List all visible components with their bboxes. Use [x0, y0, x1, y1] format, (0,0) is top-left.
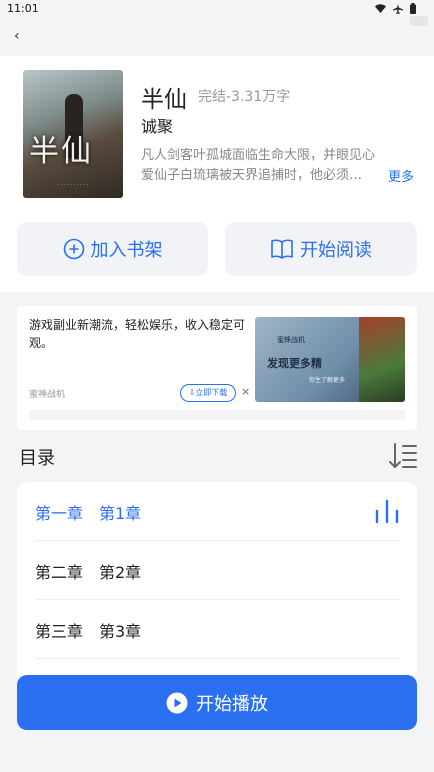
book-description: 凡人剑客叶孤城面临生命大限，并眼见心 爱仙子白琉璃被天界追捕时，他必须…	[141, 146, 391, 186]
chapter-label: 第一章 第1章	[35, 504, 142, 523]
ad-image-thumbnail	[359, 317, 405, 402]
ad-close-button[interactable]: ×	[241, 385, 250, 398]
book-title: 半仙	[141, 87, 187, 113]
play-circle-icon	[166, 692, 188, 713]
start-reading-label: 开始阅读	[300, 240, 372, 261]
plus-circle-icon	[63, 238, 84, 260]
add-to-shelf-button[interactable]: 加入书架	[17, 222, 208, 276]
book-open-icon	[271, 239, 293, 259]
ad-footer	[29, 410, 405, 420]
description-line: 爱仙子白琉璃被天界追捕时，他必须…	[141, 168, 363, 183]
ad-download-button[interactable]: ⇩立即下载	[180, 384, 236, 402]
ad-source: 蜜神战机	[29, 390, 66, 400]
airplane-icon	[393, 3, 403, 14]
description-line: 凡人剑客叶孤城面临生命大限，并眼见心	[141, 148, 376, 163]
toc-title: 目录	[19, 448, 55, 469]
ad-image-subtext: 你生了解更多	[309, 377, 346, 384]
status-icons	[375, 3, 416, 14]
chapter-label: 第三章 第3章	[35, 622, 142, 641]
cover-subtitle: · · · · · · · · · ·	[57, 182, 89, 188]
chapter-item[interactable]: 第三章 第3章	[17, 600, 417, 659]
battery-icon	[410, 3, 416, 14]
book-cover[interactable]: 半仙 · · · · · · · · · ·	[23, 70, 123, 198]
back-button[interactable]: ‹	[14, 28, 20, 44]
status-bar: 11:01	[0, 0, 434, 20]
status-time: 11:01	[7, 2, 39, 15]
ad-banner[interactable]: 游戏副业新潮流，轻松娱乐，收入稳定可观。 蜜神战机 ⇩立即下载 × 蜜蜂战机 发…	[17, 306, 417, 430]
sort-icon	[389, 443, 417, 468]
book-author[interactable]: 诚聚	[141, 113, 173, 137]
book-status: 完结-3.31万字	[198, 89, 291, 105]
ad-image[interactable]: 蜜蜂战机 发现更多精 你生了解更多	[255, 317, 405, 402]
divider	[35, 658, 399, 659]
sort-button[interactable]	[388, 441, 418, 475]
chapter-list: 第一章 第1章 第二章 第2章 第三章 第3章	[17, 482, 417, 682]
chapter-item[interactable]: 第二章 第2章	[17, 541, 417, 600]
add-to-shelf-label: 加入书架	[90, 240, 163, 261]
start-playing-button[interactable]: 开始播放	[17, 675, 417, 730]
start-playing-label: 开始播放	[196, 693, 268, 715]
version-badge	[410, 16, 428, 26]
more-link[interactable]: 更多	[388, 166, 414, 185]
ad-download-label: 立即下载	[195, 388, 228, 397]
ad-image-text: 发现更多精	[267, 357, 322, 370]
ad-image-logo: 蜜蜂战机	[277, 336, 305, 344]
chapter-label: 第二章 第2章	[35, 563, 142, 582]
cover-title: 半仙	[29, 134, 93, 169]
playing-bars-icon	[375, 499, 399, 524]
chapter-item[interactable]: 第一章 第1章	[17, 482, 417, 541]
start-reading-button[interactable]: 开始阅读	[225, 222, 417, 276]
ad-text: 游戏副业新潮流，轻松娱乐，收入稳定可观。	[29, 318, 246, 350]
wifi-icon	[375, 4, 386, 13]
